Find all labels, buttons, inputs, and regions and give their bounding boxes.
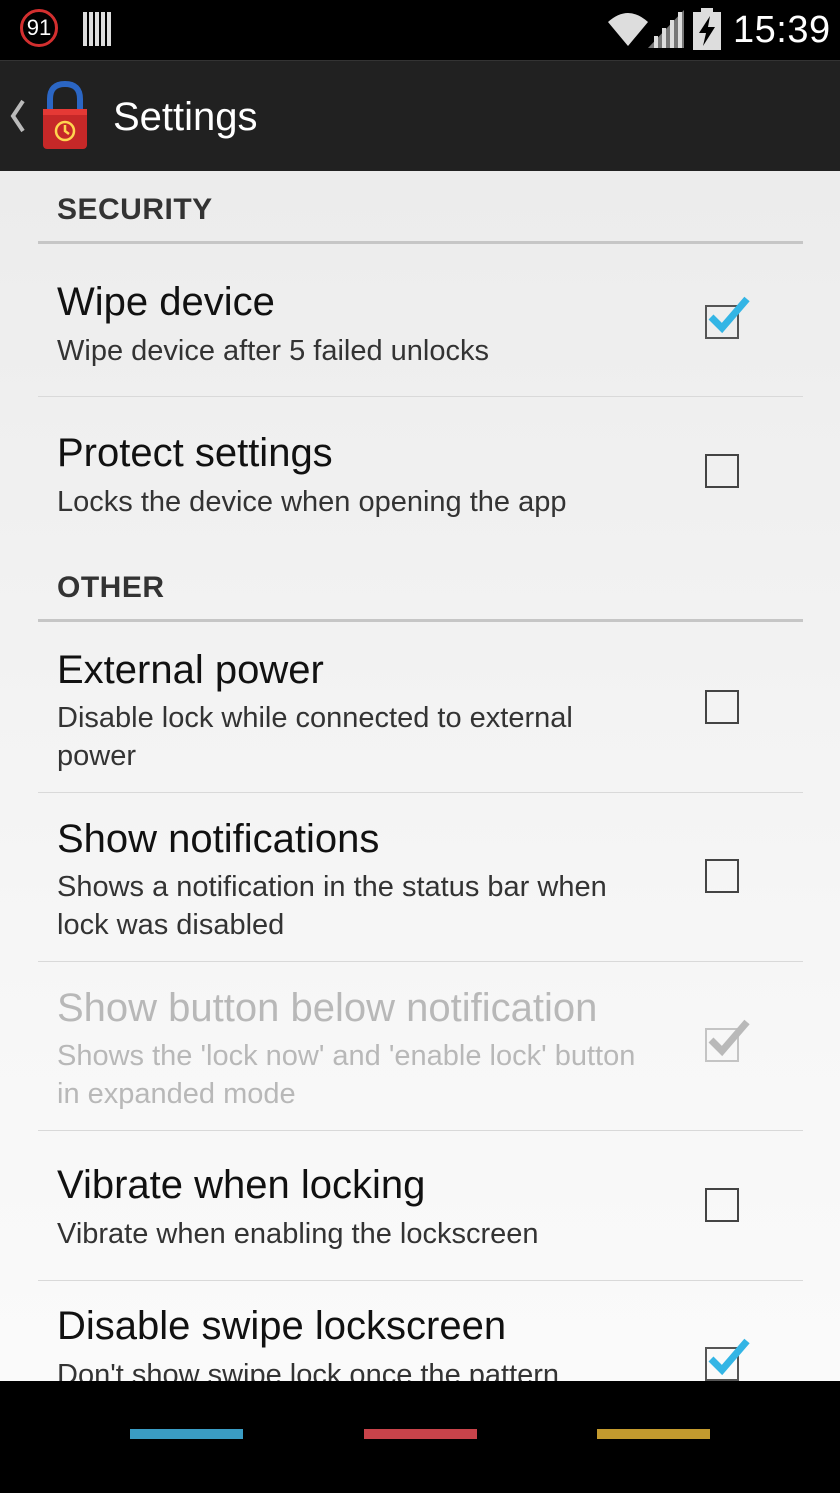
checkmark-icon bbox=[708, 296, 750, 334]
pref-summary: Shows a notification in the status bar w… bbox=[57, 871, 607, 941]
battery-charging-icon bbox=[693, 8, 721, 50]
navigation-bar bbox=[0, 1381, 840, 1493]
pref-summary: Vibrate when enabling the lockscreen bbox=[57, 1218, 539, 1250]
pref-show-notifications[interactable]: Show notifications Shows a notification … bbox=[38, 793, 803, 961]
wifi-icon bbox=[608, 13, 648, 46]
recent-apps-button[interactable] bbox=[597, 1429, 710, 1439]
external-power-checkbox[interactable] bbox=[705, 690, 739, 724]
signal-icon bbox=[648, 10, 684, 48]
home-button[interactable] bbox=[364, 1429, 477, 1439]
pref-title: Vibrate when locking bbox=[57, 1163, 426, 1207]
pref-external-power[interactable]: External power Disable lock while connec… bbox=[38, 623, 803, 792]
wipe-device-checkbox[interactable] bbox=[705, 296, 750, 339]
show-button-checkbox bbox=[705, 1019, 750, 1062]
category-divider bbox=[38, 619, 803, 622]
notification-count-badge: 91 bbox=[20, 9, 58, 47]
pref-summary: Disable lock while connected to external… bbox=[57, 702, 573, 772]
pref-summary: Locks the device when opening the app bbox=[57, 486, 567, 518]
disable-swipe-checkbox[interactable] bbox=[705, 1338, 750, 1381]
pref-title: Wipe device bbox=[57, 280, 275, 324]
checkmark-icon bbox=[708, 1338, 750, 1376]
pref-title: Show notifications bbox=[57, 817, 380, 861]
pref-summary: Don't show swipe lock once the pattern bbox=[57, 1359, 560, 1381]
pref-show-button-below-notification: Show button below notification Shows the… bbox=[38, 962, 803, 1130]
pref-protect-settings[interactable]: Protect settings Locks the device when o… bbox=[38, 397, 803, 547]
checkmark-icon bbox=[708, 1019, 750, 1057]
pref-vibrate-when-locking[interactable]: Vibrate when locking Vibrate when enabli… bbox=[38, 1131, 803, 1280]
category-label: SECURITY bbox=[57, 193, 213, 226]
status-bar: 91 15:39 bbox=[0, 0, 840, 60]
vibrate-checkbox[interactable] bbox=[705, 1188, 739, 1222]
pref-disable-swipe-lockscreen[interactable]: Disable swipe lockscreen Don't show swip… bbox=[38, 1281, 803, 1381]
settings-list[interactable]: SECURITY Wipe device Wipe device after 5… bbox=[0, 171, 840, 1381]
status-clock: 15:39 bbox=[733, 9, 831, 51]
up-chevron-icon[interactable] bbox=[9, 99, 27, 133]
back-button[interactable] bbox=[130, 1429, 243, 1439]
protect-settings-checkbox[interactable] bbox=[705, 454, 739, 488]
pref-title: Show button below notification bbox=[57, 986, 598, 1030]
pref-title: Disable swipe lockscreen bbox=[57, 1304, 507, 1348]
page-title: Settings bbox=[113, 95, 258, 139]
pref-summary: Shows the 'lock now' and 'enable lock' b… bbox=[57, 1040, 636, 1110]
category-label: OTHER bbox=[57, 571, 165, 604]
pref-wipe-device[interactable]: Wipe device Wipe device after 5 failed u… bbox=[38, 245, 803, 396]
pref-title: External power bbox=[57, 648, 324, 692]
action-bar: Settings bbox=[0, 60, 840, 171]
show-notifications-checkbox[interactable] bbox=[705, 859, 739, 893]
barcode-icon bbox=[83, 12, 111, 46]
category-divider bbox=[38, 241, 803, 244]
pref-summary: Wipe device after 5 failed unlocks bbox=[57, 335, 489, 367]
padlock-clock-icon[interactable] bbox=[40, 81, 90, 151]
pref-title: Protect settings bbox=[57, 431, 333, 475]
